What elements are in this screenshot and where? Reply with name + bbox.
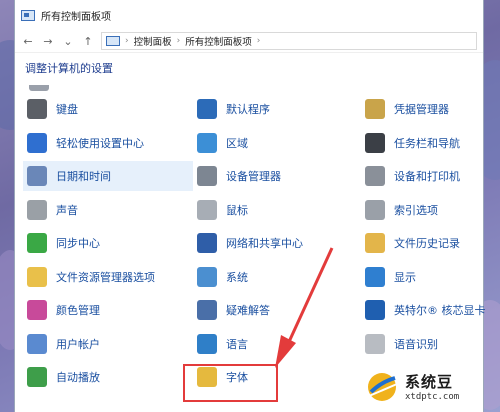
arrow-shaft [286,247,334,345]
annotation-arrow [275,247,334,368]
watermark-url: xtdptc.com [405,391,460,402]
watermark: 系统豆 xtdptc.com [365,370,459,402]
watermark-logo [368,373,398,401]
watermark-title: 系统豆 [405,372,454,391]
arrow-head [275,335,296,368]
